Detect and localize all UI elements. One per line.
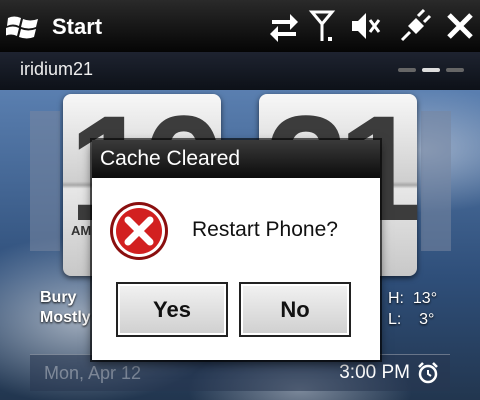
start-label: Start [52,14,103,39]
clock-ampm: AM [71,223,92,238]
restart-dialog: Cache Cleared Restart Phone? Yes No [92,140,380,360]
page-dot [446,68,464,72]
power-plug-icon[interactable] [396,8,432,44]
clock-side-panel [30,111,60,251]
error-icon [110,202,168,260]
weather-city-line1: Bury [40,289,77,306]
device-name: iridium21 [20,59,94,79]
dialog-title: Cache Cleared [92,140,380,178]
dialog-message: Restart Phone? [192,218,338,241]
volume-muted-icon[interactable] [348,8,384,44]
weather-city-line2: Mostly [40,309,91,326]
clock-side-panel [421,111,451,251]
weather-low: L: 3° [388,311,435,328]
start-button[interactable]: Start [6,9,116,45]
windows-logo-icon [6,16,38,39]
weather-temps: H: 13° L: 3° [388,288,437,330]
status-bar: Start [0,0,480,52]
alarm-clock-icon[interactable] [416,361,440,385]
yes-button[interactable]: Yes [116,282,228,337]
close-icon[interactable] [442,8,478,44]
weather-high: H: 13° [388,290,438,307]
page-dot-active [422,68,440,72]
data-sync-icon[interactable] [266,8,302,44]
no-button[interactable]: No [239,282,351,337]
weather-city[interactable]: Bury Mostly [40,288,91,328]
signal-icon[interactable] [306,8,342,44]
page-dot [398,68,416,72]
time-label: 3:00 PM [339,362,410,383]
page-indicator [398,68,468,74]
date-label: Mon, Apr 12 [44,363,142,383]
